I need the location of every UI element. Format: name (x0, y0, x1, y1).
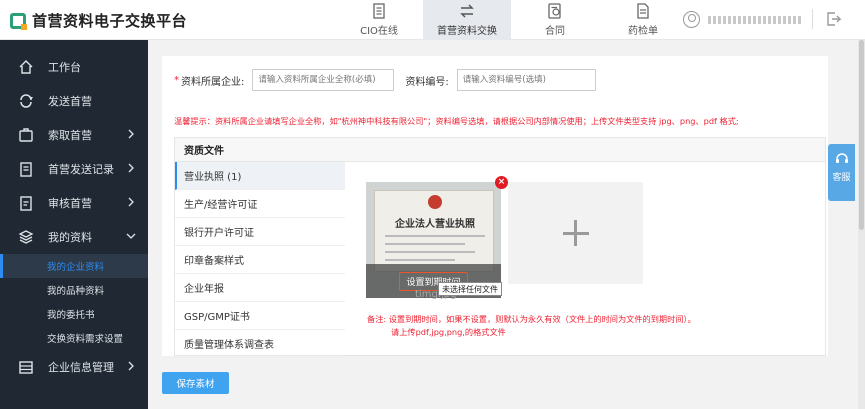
sidebar-subitem-product-data[interactable]: 我的品种资料 (0, 278, 148, 302)
sidebar-item-record[interactable]: 首营发送记录 (0, 152, 148, 186)
sidebar: 工作台 发送首营 索取首营 首营发送记录 审核首营 我的资料 我的企业资料 我的… (0, 40, 148, 409)
report-icon (637, 3, 649, 19)
nav-cio-online[interactable]: CIO在线 (335, 0, 423, 40)
sidebar-item-workbench[interactable]: 工作台 (0, 50, 148, 84)
certificate-image: 企业法人营业执照 (374, 190, 494, 272)
file-tooltip: 未选择任何文件 (438, 282, 502, 296)
sidebar-item-label: 我的资料 (48, 231, 92, 244)
add-file-button[interactable] (508, 182, 643, 284)
chevron-right-icon (128, 163, 134, 173)
document-list: 营业执照 (1) 生产/经营许可证 银行开户许可证 印章备案样式 企业年报 GS… (175, 162, 345, 358)
sidebar-subitem-exchange-settings[interactable]: 交换资料需求设置 (0, 326, 148, 350)
sidebar-item-label: 索取首营 (48, 129, 92, 142)
request-icon (19, 128, 33, 142)
required-mark: * (174, 74, 179, 86)
certificate-line (385, 243, 465, 245)
home-icon (19, 60, 33, 74)
user-name-obscured (708, 15, 803, 24)
logo-text: 首营资料电子交换平台 (32, 12, 188, 30)
panel-title: 资质文件 (175, 138, 825, 162)
nav-label: 药检单 (628, 26, 658, 37)
nav-label: 合同 (545, 26, 565, 37)
nav-contract[interactable]: 合同 (511, 0, 599, 40)
certificate-line (385, 259, 455, 261)
divider (812, 9, 813, 29)
emblem-icon (428, 195, 442, 209)
exchange-icon (460, 4, 474, 18)
nav-exchange[interactable]: 首营资料交换 (423, 0, 511, 40)
record-icon (20, 162, 32, 177)
uploaded-file-thumbnail[interactable]: 企业法人营业执照 设置到期时间 (366, 182, 501, 298)
certificate-line (385, 235, 485, 237)
certificate-title: 企业法人营业执照 (395, 219, 475, 230)
nav-label: 首营资料交换 (437, 26, 497, 37)
sidebar-item-label: 首营发送记录 (48, 163, 114, 176)
form-row: * 资料所属企业: 资料编号: (174, 69, 596, 91)
service-label: 客服 (832, 173, 851, 183)
nav-label: CIO在线 (360, 26, 398, 37)
sidebar-item-send[interactable]: 发送首营 (0, 84, 148, 118)
doc-item-quality-survey[interactable]: 质量管理体系调查表 (175, 330, 345, 358)
chevron-down-icon (126, 233, 136, 239)
note-text: 备注: 设置到期时间，如果不设置，则默认为永久有效（文件上的时间为文件的到期时间… (367, 314, 696, 324)
note-text-format: 请上传pdf,jpg,png,的格式文件 (391, 327, 506, 337)
layers-icon (18, 230, 34, 244)
plus-icon (574, 220, 577, 246)
company-icon (19, 361, 33, 374)
sidebar-item-request[interactable]: 索取首营 (0, 118, 148, 152)
headset-icon (835, 153, 848, 163)
tip-text: 温馨提示：资料所属企业请填写企业全称，如"杭州神中科技有限公司"；资料编号选填，… (174, 116, 739, 126)
chevron-right-icon (128, 197, 134, 207)
certificate-line (385, 251, 475, 253)
logo-icon (10, 12, 27, 30)
sidebar-item-label: 审核首营 (48, 197, 92, 210)
main-nav: CIO在线 首营资料交换 合同 药检单 (335, 0, 687, 40)
nav-report[interactable]: 药检单 (599, 0, 687, 40)
delete-file-button[interactable]: × (495, 176, 508, 189)
sidebar-item-label: 企业信息管理 (48, 361, 114, 374)
sidebar-item-audit[interactable]: 审核首营 (0, 186, 148, 220)
code-input[interactable] (456, 69, 596, 91)
doc-item-bank-license[interactable]: 银行开户许可证 (175, 218, 345, 246)
contract-icon (548, 3, 561, 19)
scrollbar-thumb[interactable] (859, 40, 864, 230)
doc-item-gsp-gmp[interactable]: GSP/GMP证书 (175, 302, 345, 330)
doc-item-seal-sample[interactable]: 印章备案样式 (175, 246, 345, 274)
sidebar-item-label: 发送首营 (48, 95, 92, 108)
code-label: 资料编号: (405, 76, 449, 88)
cio-icon (373, 3, 385, 19)
customer-service-button[interactable]: 客服 (828, 144, 855, 201)
sidebar-item-company-info[interactable]: 企业信息管理 (0, 350, 148, 384)
save-button[interactable]: 保存素材 (162, 372, 229, 394)
chevron-right-icon (128, 361, 134, 371)
company-input[interactable] (252, 69, 395, 91)
company-label: 资料所属企业: (181, 76, 245, 88)
logo[interactable]: 首营资料电子交换平台 (10, 10, 187, 31)
doc-item-annual-report[interactable]: 企业年报 (175, 274, 345, 302)
doc-item-business-license[interactable]: 营业执照 (1) (175, 162, 345, 190)
user-menu[interactable] (683, 11, 803, 28)
scrollbar[interactable] (858, 40, 865, 409)
sidebar-item-label: 工作台 (48, 61, 81, 74)
audit-icon (20, 196, 32, 211)
chevron-right-icon (128, 129, 134, 139)
sidebar-item-my-data[interactable]: 我的资料 (0, 220, 148, 254)
top-bar: 首营资料电子交换平台 CIO在线 首营资料交换 合同 药检单 (0, 0, 865, 40)
user-avatar-icon (683, 11, 700, 28)
logout-icon[interactable] (826, 11, 842, 27)
sidebar-subitem-company-data[interactable]: 我的企业资料 (0, 254, 148, 278)
sidebar-subitem-authorization[interactable]: 我的委托书 (0, 302, 148, 326)
doc-item-production-license[interactable]: 生产/经营许可证 (175, 190, 345, 218)
send-icon (20, 94, 33, 108)
